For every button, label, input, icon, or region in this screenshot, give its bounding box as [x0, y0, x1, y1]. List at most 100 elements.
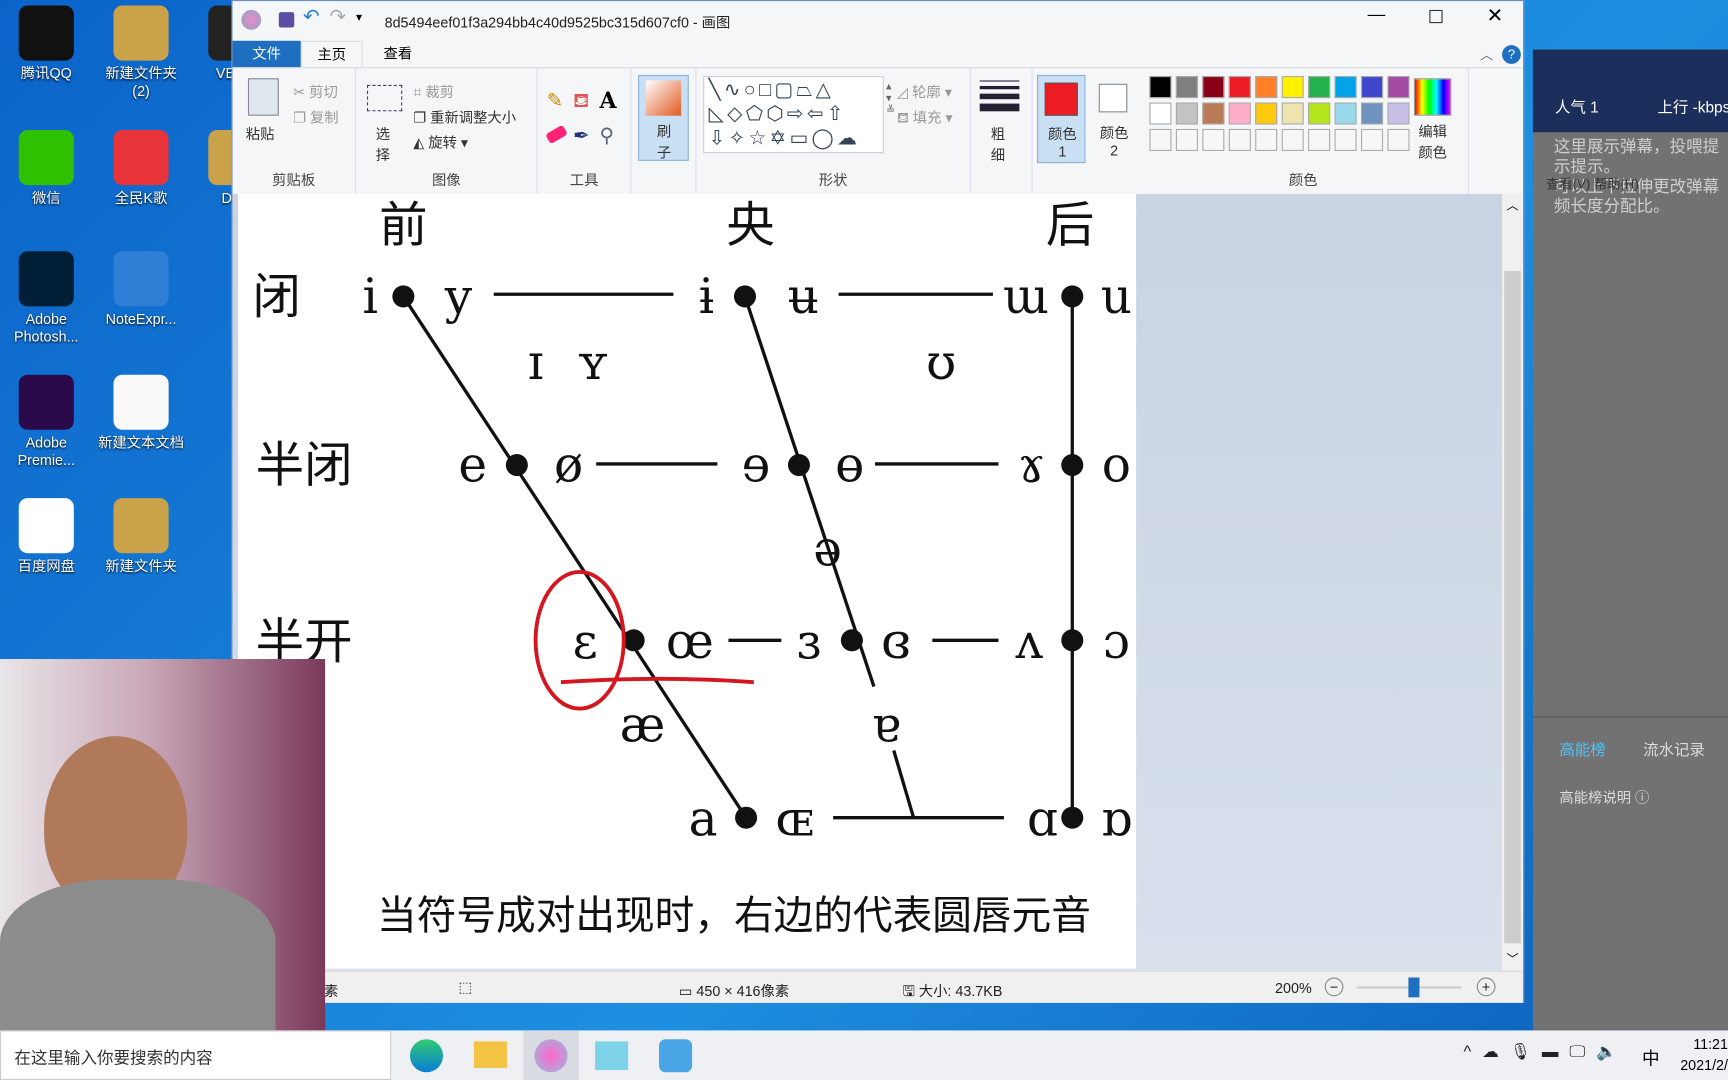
palette-swatch[interactable]: [1175, 102, 1198, 125]
palette-swatch[interactable]: [1175, 76, 1198, 99]
zoom-slider-thumb[interactable]: [1408, 977, 1420, 998]
onedrive-icon[interactable]: ☁: [1482, 1043, 1510, 1062]
tab-high-energy[interactable]: 高能榜: [1559, 738, 1605, 760]
tab-home[interactable]: 主页: [300, 40, 363, 68]
zoom-out-button[interactable]: −: [1324, 977, 1344, 997]
palette-swatch[interactable]: [1334, 76, 1357, 99]
clock[interactable]: 11:21 2021/2/: [1673, 1034, 1728, 1076]
brush-button[interactable]: 刷子: [638, 74, 689, 161]
rotate-button[interactable]: ◭ 旋转 ▾: [413, 131, 468, 152]
desktop-icon[interactable]: 新建文件夹 (2): [95, 5, 188, 101]
vertical-scrollbar[interactable]: ︿ ﹀: [1502, 193, 1524, 971]
minimize-button[interactable]: —: [1368, 6, 1386, 26]
maximize-button[interactable]: [1429, 9, 1443, 24]
tab-view[interactable]: 查看: [367, 41, 429, 67]
size-group[interactable]: 粗细: [971, 67, 1033, 194]
custom-color-slot[interactable]: [1228, 128, 1251, 151]
system-tray[interactable]: ^☁🎙▬🖵🔈: [1464, 1041, 1628, 1062]
shapes-scroll-icon[interactable]: ▴ ▾ ≚: [886, 80, 895, 116]
undo-icon[interactable]: ↶: [303, 6, 320, 29]
palette-swatch[interactable]: [1255, 76, 1278, 99]
cut-button[interactable]: ✂ 剪切: [293, 80, 338, 101]
desktop-icon[interactable]: 全民K歌: [95, 130, 188, 207]
custom-color-slot[interactable]: [1308, 128, 1331, 151]
select-icon[interactable]: [366, 84, 403, 112]
taskbar-search[interactable]: 在这里输入你要搜索的内容: [0, 1030, 392, 1080]
palette-swatch[interactable]: [1255, 102, 1278, 125]
desktop-icon[interactable]: 微信: [0, 130, 93, 207]
edge-icon[interactable]: [409, 1039, 444, 1073]
network-icon[interactable]: 🖵: [1569, 1043, 1596, 1062]
scroll-thumb[interactable]: [1504, 271, 1521, 944]
edit-colors-icon[interactable]: [1413, 78, 1452, 116]
palette-swatch[interactable]: [1228, 76, 1251, 99]
text-icon[interactable]: A: [600, 87, 617, 113]
image-canvas[interactable]: 前 央 后 闭 半闭 半开 i y ɨ ʉ ɯ u ɪ ʏ ʊ e ø ɘ ɵ …: [238, 193, 1137, 969]
fill-button[interactable]: ⛾ 填充 ▾: [897, 106, 953, 129]
save-icon[interactable]: [278, 12, 295, 28]
pencil-icon[interactable]: ✎: [547, 89, 564, 112]
quick-access-dropdown-icon[interactable]: ▾: [356, 10, 362, 24]
custom-color-slot[interactable]: [1149, 128, 1172, 151]
custom-color-slot[interactable]: [1387, 128, 1410, 151]
desktop-icon[interactable]: 百度网盘: [0, 498, 93, 575]
palette-swatch[interactable]: [1308, 76, 1331, 99]
help-icon[interactable]: ?: [1502, 45, 1521, 64]
microphone-icon[interactable]: 🎙: [1510, 1043, 1542, 1062]
tray-chevron-icon[interactable]: ^: [1464, 1043, 1483, 1062]
color1-button[interactable]: 颜色 1: [1037, 74, 1086, 164]
shapes-gallery[interactable]: ╲∿○□▢⏢△ ◺◇⬠⬡⇨⇦⇧ ⇩✧☆✡▭◯☁: [703, 76, 884, 154]
custom-color-slot[interactable]: [1334, 128, 1357, 151]
color-picker-icon[interactable]: ✒: [573, 125, 590, 148]
desktop-icon[interactable]: Adobe Premie...: [0, 374, 93, 470]
palette-swatch[interactable]: [1334, 102, 1357, 125]
desktop-icon[interactable]: 新建文件夹: [95, 498, 188, 575]
palette-swatch[interactable]: [1308, 102, 1331, 125]
eraser-icon[interactable]: [545, 124, 568, 145]
custom-color-slot[interactable]: [1361, 128, 1384, 151]
palette-swatch[interactable]: [1149, 102, 1172, 125]
custom-color-slot[interactable]: [1202, 128, 1225, 151]
palette-swatch[interactable]: [1387, 76, 1410, 99]
edit-colors-button[interactable]: 编辑颜色: [1418, 120, 1449, 162]
copy-button[interactable]: ❐ 复制: [293, 106, 339, 127]
ime-indicator[interactable]: 中: [1642, 1044, 1660, 1070]
crop-button[interactable]: ⌗ 裁剪: [413, 80, 454, 101]
scroll-down-icon[interactable]: ﹀: [1506, 950, 1518, 968]
zoom-in-button[interactable]: +: [1476, 977, 1496, 997]
custom-color-slot[interactable]: [1255, 128, 1278, 151]
paste-button[interactable]: 粘贴: [246, 122, 275, 143]
palette-swatch[interactable]: [1202, 102, 1225, 125]
fill-bucket-icon[interactable]: ⛾: [573, 89, 589, 115]
palette-swatch[interactable]: [1149, 76, 1172, 99]
high-energy-info[interactable]: 高能榜说明 ⓘ: [1559, 786, 1649, 807]
color2-button[interactable]: 颜色 2: [1090, 75, 1138, 163]
custom-color-slot[interactable]: [1175, 128, 1198, 151]
palette-swatch[interactable]: [1281, 102, 1304, 125]
palette-swatch[interactable]: [1228, 102, 1251, 125]
volume-icon[interactable]: 🔈: [1596, 1043, 1628, 1062]
desktop-icon[interactable]: NoteExpr...: [95, 251, 188, 328]
palette-swatch[interactable]: [1361, 102, 1384, 125]
custom-color-slot[interactable]: [1281, 128, 1304, 151]
redo-icon[interactable]: ↷: [330, 6, 347, 29]
tab-file[interactable]: 文件: [232, 40, 301, 68]
desktop-icon[interactable]: Adobe Photosh...: [0, 251, 93, 346]
resize-button[interactable]: ❐ 重新调整大小: [413, 106, 516, 127]
zoom-slider[interactable]: [1356, 977, 1462, 998]
magnifier-icon[interactable]: ⚲: [600, 125, 615, 148]
app-icon[interactable]: [595, 1041, 629, 1071]
select-button[interactable]: 选择: [376, 122, 391, 164]
palette-swatch[interactable]: [1202, 76, 1225, 99]
collapse-ribbon-icon[interactable]: ︿: [1480, 45, 1493, 64]
palette-swatch[interactable]: [1281, 76, 1304, 99]
close-button[interactable]: ✕: [1487, 4, 1504, 27]
paste-icon[interactable]: [247, 78, 279, 116]
palette-swatch[interactable]: [1361, 76, 1384, 99]
scroll-up-icon[interactable]: ︿: [1506, 196, 1518, 214]
desktop-icon[interactable]: 新建文本文档: [95, 374, 188, 452]
desktop-icon[interactable]: 腾讯QQ: [0, 5, 93, 83]
palette-swatch[interactable]: [1387, 102, 1410, 125]
outline-button[interactable]: ◿ 轮廓 ▾: [897, 80, 952, 101]
file-explorer-icon[interactable]: [473, 1041, 507, 1068]
